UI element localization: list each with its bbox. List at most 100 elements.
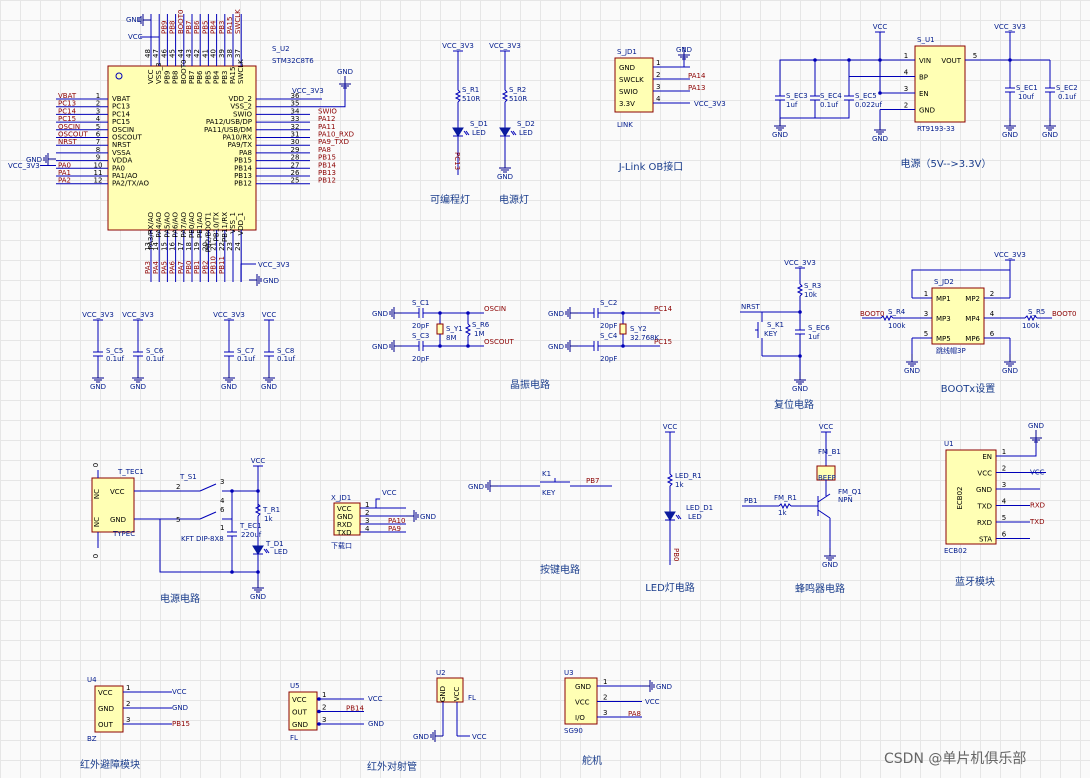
crystal-y1 [436, 323, 444, 335]
ref: S_D2 [517, 120, 535, 128]
fmr1-zigzag [778, 502, 792, 510]
value: 1k [264, 515, 273, 523]
net-label: BOOT0 [860, 310, 884, 318]
transistor-emitter [817, 509, 831, 519]
value: 20pF [412, 322, 429, 330]
vcc-label: VCC_3V3 [8, 162, 40, 170]
value: 20pF [600, 355, 617, 363]
value: 510R [462, 95, 480, 103]
section-title: 电源灯 [499, 193, 529, 206]
ref: FM_Q1 [838, 488, 862, 496]
ground-label: GND [792, 385, 808, 393]
pin-name: GND [439, 686, 447, 702]
ref: S_EC1 [1016, 84, 1038, 92]
pin-num: 2 [1002, 465, 1006, 473]
section-title: J-Link OB接口 [618, 160, 684, 173]
mcu-pin-name: PB3 [221, 71, 229, 84]
ref: U5 [290, 682, 300, 690]
pin-name: GND [919, 107, 935, 115]
ref: K1 [542, 470, 551, 478]
ref: S_U1 [917, 36, 935, 44]
net-label: PB1 [744, 497, 757, 505]
junction-dot [621, 344, 625, 348]
pin-num: 5 [176, 516, 180, 524]
mcu-pin-name: PB0/AO [188, 212, 196, 239]
value: SG90 [564, 727, 583, 735]
power-label: VCC_3V3 [122, 311, 154, 319]
value: 跳线帽3P [936, 346, 966, 355]
ref: S_Y2 [630, 325, 647, 333]
schematic-canvas: S_U2 STM32C8T6 VBAT 1 VBAT PC13 2 PC13 PC14 3 PC14… [0, 0, 1090, 778]
net-label: TXD [1029, 518, 1044, 526]
power-label: VCC [873, 23, 888, 31]
mcu-net-label: PA3 [144, 261, 152, 274]
power-label: VCC [663, 423, 678, 431]
net-label: OSCIN [484, 305, 506, 313]
net-label: PA13 [688, 84, 705, 92]
bluetooth-body [945, 449, 997, 545]
value: 0.1uf [106, 355, 125, 363]
net-label: NRST [741, 303, 761, 311]
pin-num: 2 [656, 71, 660, 79]
ref: S_C5 [106, 347, 123, 355]
ref: S_R6 [472, 321, 490, 329]
pin-num: 6 [990, 330, 995, 338]
pin-num: 1 [365, 501, 369, 509]
value: 220uf [241, 531, 262, 539]
net-label: VCC_3V3 [694, 100, 726, 108]
ref: LED_R1 [675, 472, 702, 480]
net-label: GND [172, 704, 188, 712]
mcu-pin-name: PB4 [213, 70, 221, 84]
value: 1uf [808, 333, 820, 341]
ref: S_R3 [804, 282, 821, 290]
pin-name: RXD [337, 521, 352, 529]
section-title: 红外避障模块 [80, 758, 140, 771]
ref: S_D1 [470, 120, 488, 128]
pin-name: MP5 [936, 335, 951, 343]
ref: S_R5 [1028, 308, 1045, 316]
pin-name: BP [919, 74, 928, 82]
ledr1-zigzag [666, 473, 674, 487]
ref: U3 [564, 669, 574, 677]
pin-num: 2 [365, 509, 369, 517]
mcu-pin-name: VDD_1 [237, 212, 245, 236]
bt-vertical: ECB02 [956, 486, 964, 509]
vcc-label: VCC_3V3 [258, 261, 290, 269]
r6-zigzag [464, 323, 472, 337]
junction-dot [878, 91, 882, 95]
section-title: 可编程灯 [430, 193, 470, 206]
power-label: VCC [262, 311, 277, 319]
junction-dot [1008, 58, 1012, 62]
pin-name: I/O [575, 714, 585, 722]
ref: T_TEC1 [117, 468, 144, 476]
junction-dot [438, 311, 442, 315]
ref: T_S1 [179, 473, 197, 481]
mcu-pin-name: PB11/RX [221, 212, 229, 242]
pin-num: 1 [1002, 448, 1006, 456]
junction-dot [798, 354, 802, 358]
pin-name: EN [919, 90, 929, 98]
value: 1uf [786, 101, 798, 109]
pin-num: 1 [924, 290, 928, 298]
mcu-net-label: PB7 [185, 21, 193, 34]
ref: U4 [87, 676, 97, 684]
pin-name: MP2 [965, 295, 980, 303]
wire [1030, 438, 1037, 457]
mcu-pin-name: PB6 [196, 70, 204, 84]
mcu-pin-num: 24 [234, 241, 242, 250]
mcu-pin-num: 42 [193, 49, 201, 58]
pin-num: 6 [220, 506, 225, 514]
junction-dot [466, 344, 470, 348]
pin-name: VOUT [941, 57, 961, 65]
mcu-net-label: PB10 [210, 256, 218, 274]
mcu-pin-name: PA2/TX/AO [112, 180, 149, 188]
transistor-collector [817, 493, 831, 503]
value: 1k [675, 481, 684, 489]
mcu-pin-name: PA7/AO [180, 212, 188, 238]
net-label: PB7 [586, 477, 599, 485]
pin-name: GND [976, 486, 992, 494]
mcu-net-label: SWCLK [234, 9, 242, 34]
ref: S_C6 [146, 347, 164, 355]
value: LED [472, 129, 486, 137]
value: 100k [1022, 322, 1040, 330]
